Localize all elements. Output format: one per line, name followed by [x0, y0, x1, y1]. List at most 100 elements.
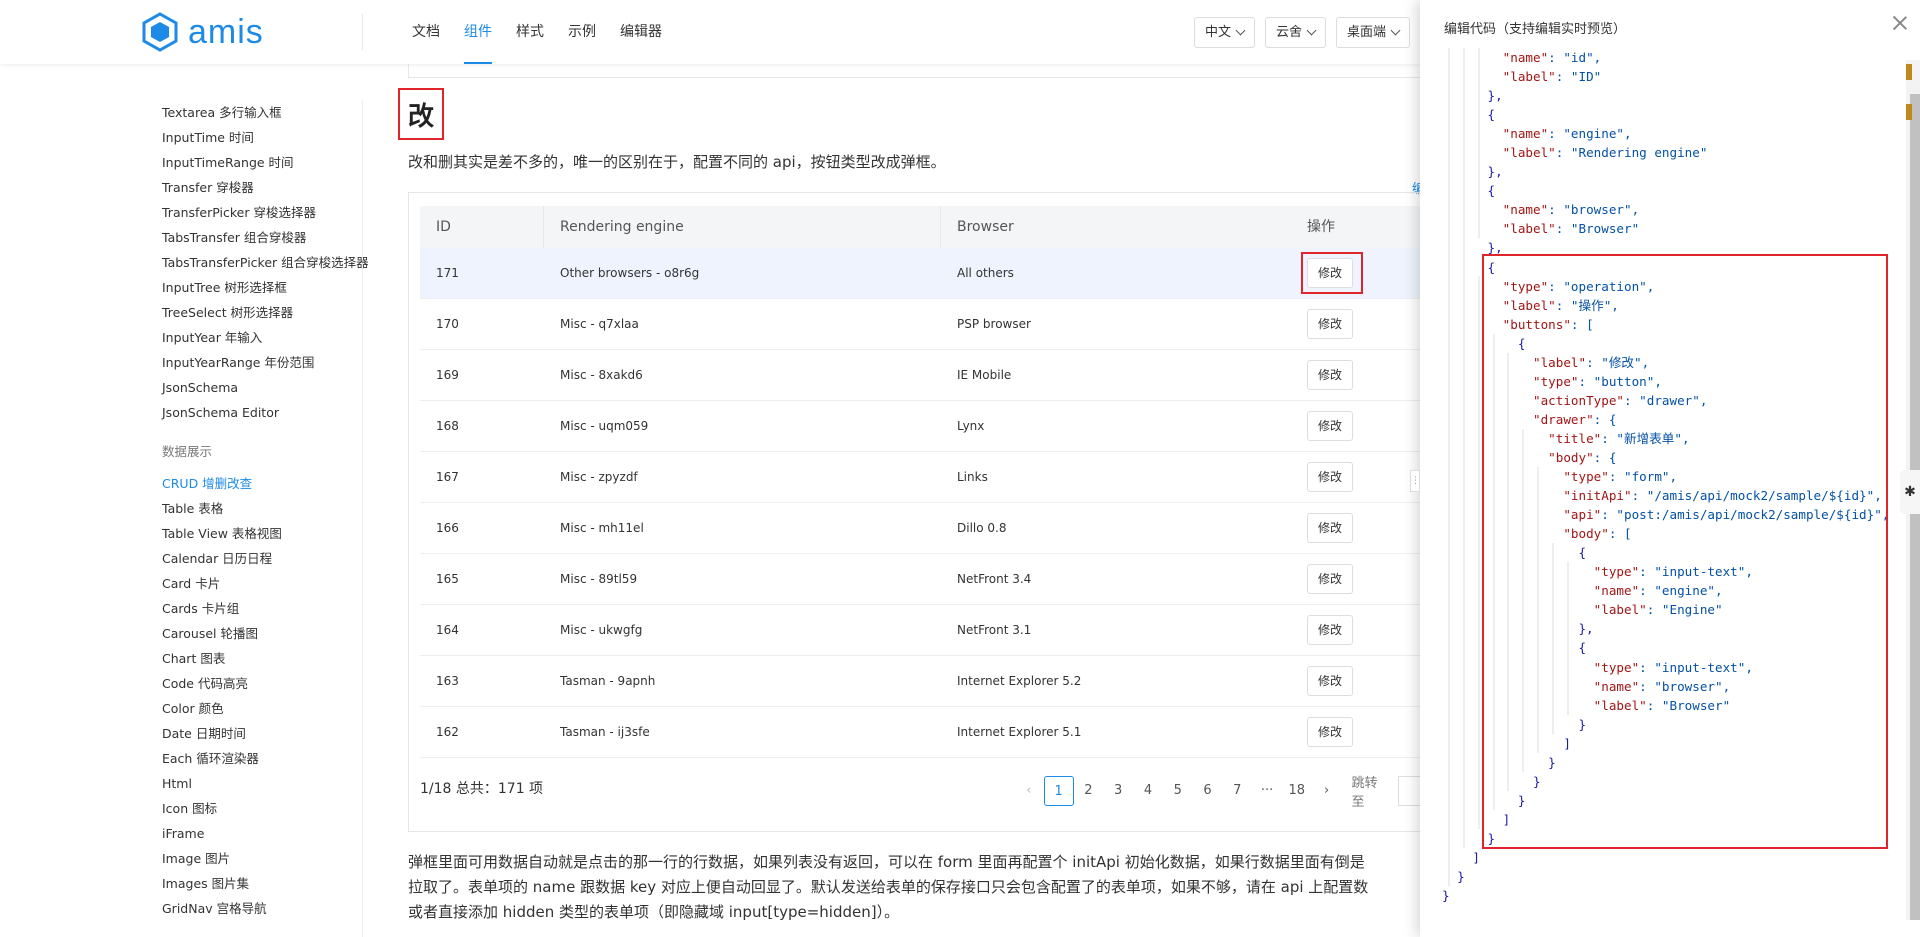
drawer-resize-handle[interactable]: ⋮	[1410, 470, 1420, 492]
sidebar-item[interactable]: GridNav 宫格导航	[162, 896, 362, 921]
code-line: {	[1442, 107, 1496, 123]
table-cell: PSP browser	[957, 317, 1031, 331]
sidebar-item[interactable]: Carousel 轮播图	[162, 621, 362, 646]
bug-icon[interactable]: ✱	[1900, 470, 1920, 514]
sidebar-item[interactable]: Each 循环渲染器	[162, 746, 362, 771]
logo-text: amis	[188, 12, 264, 51]
sidebar: Textarea 多行输入框 InputTime 时间 InputTimeRange…	[162, 100, 369, 921]
sidebar-item[interactable]: InputTime 时间	[162, 125, 362, 150]
code-line: "name": "id",	[1502, 50, 1602, 65]
table-row: 164 Misc - ukwgfg NetFront 3.1 修改	[420, 605, 1428, 656]
table-cell: NetFront 3.1	[957, 623, 1032, 637]
edit-button-wrap: 修改	[1307, 462, 1354, 492]
sidebar-item[interactable]: Date 日期时间	[162, 721, 362, 746]
page-button[interactable]: 3	[1103, 776, 1133, 806]
sidebar-item[interactable]: TransferPicker 穿梭选择器	[162, 200, 362, 225]
table-row: 169 Misc - 8xakd6 IE Mobile 修改	[420, 350, 1428, 401]
scroll-marker	[1906, 64, 1912, 80]
page-button[interactable]: 7	[1222, 776, 1252, 806]
sidebar-item[interactable]: TabsTransferPicker 组合穿梭选择器	[162, 250, 369, 275]
page-button[interactable]: ···	[1252, 776, 1282, 806]
edit-row-button[interactable]: 修改	[1307, 564, 1354, 594]
table-cell: Dillo 0.8	[957, 521, 1007, 535]
table-header-cell: 操作	[1307, 219, 1335, 235]
code-line: {	[1442, 183, 1496, 199]
page-button[interactable]: 5	[1163, 776, 1193, 806]
table-header: ID Rendering engine Browser 操作	[420, 206, 1428, 248]
table-cell-operation: 修改	[1291, 309, 1354, 339]
operation-config-highlight	[1482, 254, 1888, 849]
sidebar-item[interactable]: TabsTransfer 组合穿梭器	[162, 225, 362, 250]
sidebar-item[interactable]: Color 颜色	[162, 696, 362, 721]
pagination: ‹ 1 2 3 4 5 6 7 ··· 18 › 跳转至	[1014, 772, 1428, 810]
nav-item[interactable]: 示例	[568, 0, 596, 64]
sidebar-item[interactable]: Chart 图表	[162, 646, 362, 671]
code-line: "name": "browser",	[1502, 202, 1640, 218]
edit-row-button[interactable]: 修改	[1307, 666, 1354, 696]
sidebar-item[interactable]: iFrame	[162, 821, 362, 846]
edit-row-button[interactable]: 修改	[1307, 513, 1354, 543]
header-select[interactable]: 桌面端	[1336, 17, 1411, 48]
table-cell-operation: 修改	[1291, 513, 1354, 543]
sidebar-item[interactable]: Table View 表格视图	[162, 521, 362, 546]
table-cell: 167	[436, 470, 459, 484]
next-page-icon[interactable]: ›	[1312, 776, 1342, 806]
scroll-marker	[1906, 104, 1912, 120]
sidebar-item[interactable]: Textarea 多行输入框	[162, 100, 362, 125]
edit-row-button[interactable]: 修改	[1307, 411, 1354, 441]
nav-item[interactable]: 组件	[464, 0, 492, 64]
edit-row-button[interactable]: 修改	[1307, 462, 1354, 492]
sidebar-item[interactable]: Code 代码高亮	[162, 671, 362, 696]
code-line: "label": "Browser"	[1502, 221, 1640, 237]
sidebar-item[interactable]: TreeSelect 树形选择器	[162, 300, 362, 325]
header-select[interactable]: 中文	[1194, 17, 1256, 48]
sidebar-item[interactable]: Cards 卡片组	[162, 596, 362, 621]
table-row: 170 Misc - q7xlaa PSP browser 修改	[420, 299, 1428, 350]
nav-item[interactable]: 编辑器	[620, 0, 662, 64]
page-button[interactable]: 4	[1133, 776, 1163, 806]
sidebar-item[interactable]: Table 表格	[162, 496, 362, 521]
table-cell-operation: 修改	[1291, 360, 1354, 390]
edit-row-button[interactable]: 修改	[1307, 717, 1354, 747]
table-cell-operation: 修改	[1291, 615, 1354, 645]
code-line: "label": "ID"	[1502, 69, 1602, 85]
edit-row-button[interactable]: 修改	[1307, 360, 1354, 390]
total-count: 1/18 总共：171 项	[420, 781, 544, 797]
code-line: }	[1442, 888, 1450, 904]
close-icon[interactable]	[1890, 14, 1910, 34]
table-cell: NetFront 3.4	[957, 572, 1032, 586]
drawer-title: 编辑代码（支持编辑实时预览）	[1444, 22, 1627, 37]
sidebar-item[interactable]: JsonSchema Editor	[162, 400, 362, 425]
sidebar-item[interactable]: InputYearRange 年份范围	[162, 350, 362, 375]
page-button[interactable]: 1	[1043, 776, 1074, 806]
sidebar-item[interactable]: Transfer 穿梭器	[162, 175, 362, 200]
select-label: 中文	[1205, 25, 1232, 40]
nav-item[interactable]: 文档	[412, 0, 440, 64]
table-cell: Misc - q7xlaa	[560, 317, 639, 331]
code-line: },	[1442, 164, 1503, 180]
sidebar-item[interactable]: Calendar 日历日程	[162, 546, 362, 571]
sidebar-item[interactable]: InputTimeRange 时间	[162, 150, 362, 175]
page-button[interactable]: 2	[1074, 776, 1104, 806]
page-button[interactable]: 18	[1282, 776, 1312, 806]
sidebar-item[interactable]: CRUD 增删改查	[162, 471, 362, 496]
edit-button-wrap: 修改	[1307, 360, 1354, 390]
sidebar-item[interactable]: InputYear 年输入	[162, 325, 362, 350]
sidebar-item[interactable]: InputTree 树形选择框	[162, 275, 362, 300]
header-select[interactable]: 云舍	[1265, 17, 1327, 48]
sidebar-item[interactable]: Image 图片	[162, 846, 362, 871]
sidebar-item[interactable]: JsonSchema	[162, 375, 362, 400]
table-row: 167 Misc - zpyzdf Links 修改	[420, 452, 1428, 503]
sidebar-item[interactable]: Icon 图标	[162, 796, 362, 821]
amis-logo[interactable]: amis	[140, 12, 264, 52]
nav-item[interactable]: 样式	[516, 0, 544, 64]
sidebar-item[interactable]: Card 卡片	[162, 571, 362, 596]
sidebar-item[interactable]: Images 图片集	[162, 871, 362, 896]
edit-row-button[interactable]: 修改	[1307, 615, 1354, 645]
prev-page-icon[interactable]: ‹	[1014, 776, 1044, 806]
edit-button-wrap: 修改	[1307, 666, 1354, 696]
page-button[interactable]: 6	[1193, 776, 1223, 806]
sidebar-item[interactable]: Html	[162, 771, 362, 796]
edit-row-button[interactable]: 修改	[1307, 309, 1354, 339]
header-divider	[362, 14, 363, 50]
